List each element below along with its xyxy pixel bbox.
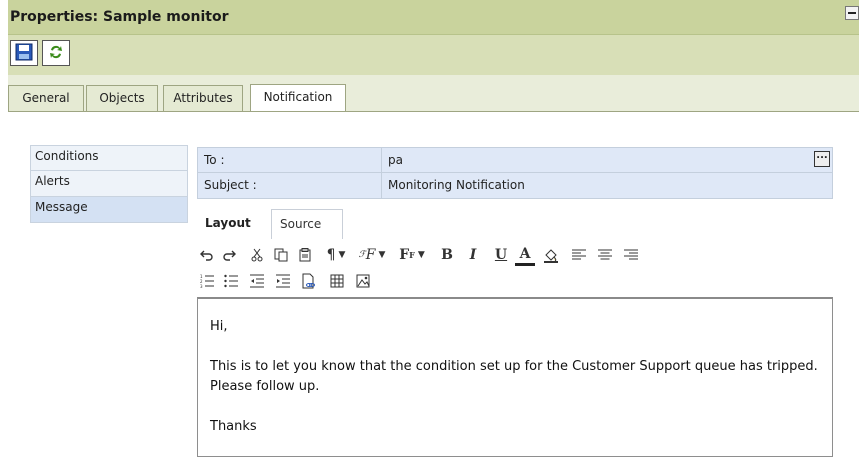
font-color-glyph: A: [519, 245, 531, 262]
save-button[interactable]: [10, 40, 38, 66]
editor-toolbar-row-2: 123: [197, 270, 797, 296]
editor-toolbar: ¶ ▼ ℱ F ▼ F F ▼ B I U A 123: [197, 244, 797, 296]
outdent-icon[interactable]: [247, 270, 267, 292]
underline-glyph: U: [494, 247, 508, 263]
undo-icon[interactable]: [197, 244, 217, 266]
message-fields: To : pa ... Subject : Monitoring Notific…: [197, 147, 833, 199]
sidenav-label: Conditions: [35, 149, 99, 163]
sidenav-item-conditions[interactable]: Conditions: [30, 145, 188, 171]
font-color-icon[interactable]: A: [515, 244, 535, 266]
tab-attributes[interactable]: Attributes: [163, 85, 243, 111]
message-line-body: This is to let you know that the conditi…: [210, 359, 818, 394]
editor-toolbar-row-1: ¶ ▼ ℱ F ▼ F F ▼ B I U A: [197, 244, 797, 270]
sidenav-label: Alerts: [35, 174, 70, 188]
insert-image-icon[interactable]: [353, 270, 373, 292]
message-body-editor[interactable]: Hi, This is to let you know that the con…: [197, 297, 833, 457]
tab-general[interactable]: General: [8, 85, 84, 111]
to-value: pa: [388, 153, 403, 167]
bullet-list-icon[interactable]: [221, 270, 241, 292]
italic-glyph: I: [469, 247, 477, 263]
subject-label: Subject :: [198, 173, 382, 198]
redo-icon[interactable]: [219, 244, 239, 266]
tab-label: Objects: [99, 91, 145, 105]
to-field[interactable]: pa ...: [382, 148, 832, 172]
subject-value: Monitoring Notification: [388, 178, 525, 192]
tab-objects[interactable]: Objects: [86, 85, 158, 111]
align-center-icon[interactable]: [595, 244, 615, 266]
cut-icon[interactable]: [247, 244, 267, 266]
copy-icon[interactable]: [271, 244, 291, 266]
bold-glyph: B: [441, 247, 453, 263]
tab-notification[interactable]: Notification: [250, 84, 346, 112]
highlight-color-icon[interactable]: [541, 244, 561, 266]
message-line-signoff: Thanks: [210, 419, 257, 434]
window-title: Properties: Sample monitor: [10, 9, 229, 25]
font-size-icon[interactable]: F F ▼: [393, 244, 431, 266]
tab-label: Attributes: [173, 91, 233, 105]
tab-bar: General Objects Attributes Notification: [8, 75, 859, 112]
insert-link-icon[interactable]: [299, 270, 319, 292]
refresh-icon: [48, 44, 64, 63]
save-icon: [15, 43, 33, 64]
main-toolbar: [8, 35, 859, 75]
window-titlebar: Properties: Sample monitor: [8, 0, 859, 35]
font-size-glyph: F: [399, 247, 410, 263]
bold-icon[interactable]: B: [437, 244, 457, 266]
paragraph-glyph: ¶: [326, 247, 336, 263]
paste-icon[interactable]: [295, 244, 315, 266]
tab-label: General: [22, 91, 70, 105]
notification-sidenav: Conditions Alerts Message: [30, 145, 188, 223]
message-line-greeting: Hi,: [210, 319, 228, 334]
browse-recipients-button[interactable]: ...: [814, 151, 830, 167]
underline-icon[interactable]: U: [491, 244, 511, 266]
refresh-button[interactable]: [42, 40, 70, 66]
sidenav-item-message[interactable]: Message: [30, 197, 188, 223]
align-right-icon[interactable]: [621, 244, 641, 266]
subject-row: Subject : Monitoring Notification: [197, 173, 833, 199]
sidenav-label: Message: [35, 200, 88, 214]
italic-icon[interactable]: I: [463, 244, 483, 266]
tab-label: Notification: [263, 90, 333, 104]
font-family-icon[interactable]: ℱ F ▼: [353, 244, 391, 266]
to-label: To :: [198, 148, 382, 172]
minimize-button[interactable]: [845, 6, 859, 20]
to-row: To : pa ...: [197, 147, 833, 173]
indent-icon[interactable]: [273, 270, 293, 292]
subject-field[interactable]: Monitoring Notification: [382, 173, 832, 198]
svg-text:3: 3: [200, 284, 203, 288]
tab-source[interactable]: Source: [271, 209, 343, 239]
numbered-list-icon[interactable]: 123: [197, 270, 217, 292]
insert-table-icon[interactable]: [327, 270, 347, 292]
sidenav-item-alerts[interactable]: Alerts: [30, 171, 188, 197]
align-left-icon[interactable]: [569, 244, 589, 266]
font-family-glyph: F: [365, 247, 376, 263]
tab-layout[interactable]: Layout: [197, 209, 269, 239]
paragraph-format-icon[interactable]: ¶ ▼: [321, 244, 351, 266]
